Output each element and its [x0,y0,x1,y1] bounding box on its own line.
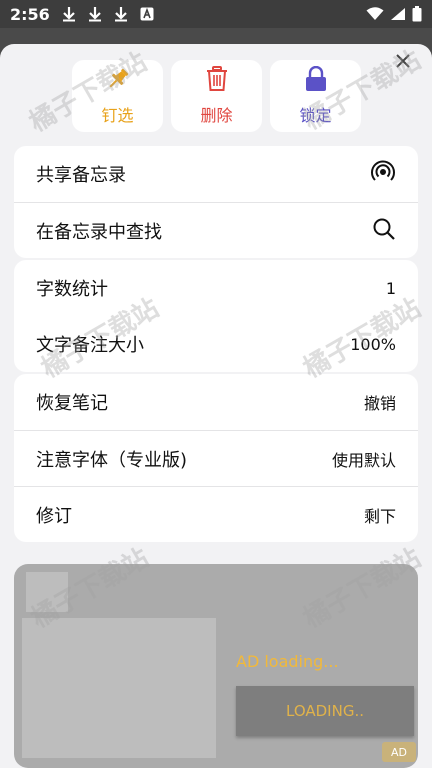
a-notification-icon [140,7,154,21]
delete-button[interactable]: 删除 [171,60,262,132]
ad-badge: AD [382,742,416,762]
battery-icon [412,6,422,22]
note-tools-card: 共享备忘录 在备忘录中查找 [14,146,418,258]
notification-icons [62,6,154,22]
share-broadcast-icon [370,159,396,189]
download-icon [62,6,76,22]
close-icon[interactable] [395,53,411,73]
download-icon [114,6,128,22]
pin-icon [105,66,131,96]
pin-label: 钉选 [101,106,134,125]
note-font-value: 使用默认 [331,450,396,470]
text-size-label: 文字备注大小 [36,335,144,356]
trash-icon [205,66,229,96]
revise-item[interactable]: 修订 剩下 [14,486,418,542]
ad-image-placeholder [22,618,216,758]
revise-value: 剩下 [363,506,396,526]
download-icon [88,6,102,22]
restore-note-label: 恢复笔记 [36,393,108,414]
ad-logo-placeholder [26,572,68,612]
note-font-item[interactable]: 注意字体（专业版) 使用默认 [14,430,418,486]
word-count-label: 字数统计 [36,279,108,300]
lock-label: 锁定 [299,106,332,125]
status-bar: 2:56 [0,0,432,28]
ad-banner[interactable]: AD loading... LOADING.. AD [14,564,418,768]
system-icons [366,6,422,22]
word-count-value: 1 [385,278,396,298]
revise-label: 修订 [36,505,72,527]
note-settings-card: 恢复笔记 撤销 注意字体（专业版) 使用默认 修订 剩下 [14,374,418,542]
restore-note-item[interactable]: 恢复笔记 撤销 [14,374,418,430]
search-icon [372,217,396,245]
note-font-label: 注意字体（专业版) [36,449,188,471]
text-size-item[interactable]: 文字备注大小 100% [14,316,418,372]
wifi-icon [366,7,384,21]
delete-label: 删除 [200,106,233,125]
find-in-note-label: 在备忘录中查找 [36,221,162,243]
signal-icon [390,7,406,21]
lock-icon [304,65,328,96]
ad-loading-text: AD loading... [236,652,339,671]
close-button[interactable] [392,52,414,74]
restore-note-value: 撤销 [363,394,396,413]
lock-button[interactable]: 锁定 [270,60,361,132]
text-size-value: 100% [350,334,396,354]
word-count-item[interactable]: 字数统计 1 [14,260,418,316]
share-note-item[interactable]: 共享备忘录 [14,146,418,202]
text-stats-card: 字数统计 1 文字备注大小 100% [14,260,418,372]
quick-actions: 钉选 删除 锁定 [72,60,361,132]
find-in-note-item[interactable]: 在备忘录中查找 [14,202,418,258]
pin-button[interactable]: 钉选 [72,60,163,132]
ad-loading-button[interactable]: LOADING.. [236,686,414,736]
status-time: 2:56 [10,4,50,24]
note-options-sheet: 钉选 删除 锁定 共享备忘录 在备忘录中查找 字数统计 1 文字备注大小 100… [0,44,432,768]
share-note-label: 共享备忘录 [36,165,126,186]
